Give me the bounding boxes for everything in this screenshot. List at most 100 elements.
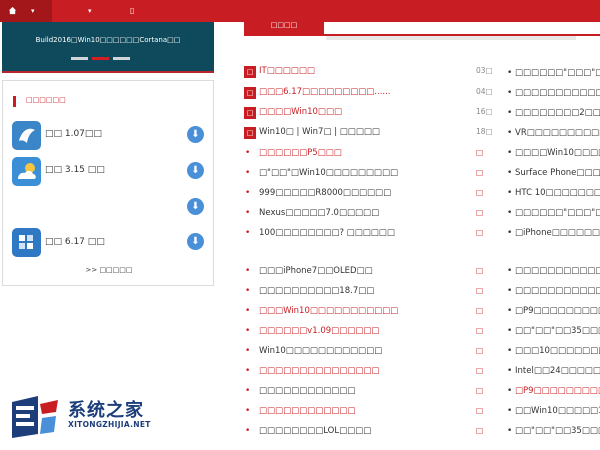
news-item[interactable]: □ □□□6.17□□□□□□□□□...... 04□ bbox=[244, 87, 493, 103]
news-title[interactable]: □□□□□□□□□□□□2□□□ bbox=[515, 266, 600, 276]
news-item[interactable]: •□□□10□□□□□□□□□ bbox=[507, 346, 600, 362]
slideshow-banner[interactable]: Build2016□Win10□□□□□□Cortana□□ bbox=[2, 22, 214, 71]
news-title[interactable]: □"□□"□Win10□□□□□□□□□ bbox=[259, 168, 398, 178]
news-item[interactable]: • 999□□□□□R8000□□□□□□ □ bbox=[244, 188, 484, 204]
slide-dot[interactable] bbox=[71, 57, 88, 60]
bird-app-icon[interactable] bbox=[12, 121, 41, 150]
download-icon[interactable]: ⬇ bbox=[187, 198, 204, 215]
news-item[interactable]: •□iPhone□□□□□□□□□□□□ bbox=[507, 228, 600, 244]
news-item[interactable]: • □□□□□□□□□□□□□□□ □ bbox=[244, 366, 484, 382]
news-title[interactable]: Win10□□□□□□□□□□□□ bbox=[259, 346, 382, 356]
news-item[interactable]: •□□□□□□"□□□"□□□ bbox=[507, 68, 600, 84]
news-item[interactable]: □ Win10□ | Win7□ | □□□□□ 18□ bbox=[244, 127, 493, 143]
news-title[interactable]: Surface Phone□□□□□□Lum bbox=[515, 168, 600, 178]
news-title[interactable]: □□□Win10□□□□□□□□□□□ bbox=[259, 306, 398, 316]
news-item[interactable]: • Win10□□□□□□□□□□□□ □ bbox=[244, 346, 484, 362]
news-title[interactable]: □□□10□□□□□□□□□ bbox=[515, 346, 600, 356]
news-title[interactable]: □□□iPhone7□□OLED□□ bbox=[259, 266, 373, 276]
news-item[interactable]: • □□□□□□□□□□□□ □ bbox=[244, 386, 484, 402]
news-title[interactable]: 999□□□□□R8000□□□□□□ bbox=[259, 188, 391, 198]
chevron-down-icon[interactable]: ▾ bbox=[88, 0, 92, 22]
news-title[interactable]: □□□□□□"□□□"□□□ bbox=[515, 208, 600, 218]
download-icon[interactable]: ⬇ bbox=[187, 233, 204, 250]
news-title[interactable]: □□□□□□v1.09□□□□□□ bbox=[259, 326, 379, 336]
news-item[interactable]: •HTC 10□□□□□□□□□□□□ bbox=[507, 188, 600, 204]
news-title[interactable]: □iPhone□□□□□□□□□□□□ bbox=[515, 228, 600, 238]
news-item[interactable]: •□□□□□□"□□□"□□□ bbox=[507, 208, 600, 224]
news-item[interactable]: • □□□□□□□□□□□□ □ bbox=[244, 406, 484, 422]
news-title[interactable]: □□□□□□□□□□18.7□□ bbox=[259, 286, 374, 296]
news-item[interactable]: • □□□□□□v1.09□□□□□□ □ bbox=[244, 326, 484, 342]
news-item[interactable]: •□□□□□□□□2□□□□□ bbox=[507, 108, 600, 124]
download-icon[interactable]: ⬇ bbox=[187, 126, 204, 143]
download-icon[interactable]: ⬇ bbox=[187, 162, 204, 179]
cube-app-icon[interactable] bbox=[12, 228, 41, 257]
news-item[interactable]: •□□□□□□□□□□□60□□□□ bbox=[507, 286, 600, 302]
bullet-icon: • bbox=[245, 386, 251, 396]
news-title[interactable]: IT□□□□□□ bbox=[259, 66, 315, 76]
slide-dot[interactable] bbox=[113, 57, 130, 60]
nav-menu-item[interactable]: ▯ bbox=[130, 0, 134, 22]
weather-app-icon[interactable] bbox=[12, 157, 41, 186]
news-item[interactable]: • □□□iPhone7□□OLED□□ □ bbox=[244, 266, 484, 282]
news-title[interactable]: 100□□□□□□□□? □□□□□□ bbox=[259, 228, 395, 238]
news-item[interactable]: •VR□□□□□□□□□□□□□□ bbox=[507, 128, 600, 144]
news-badge: □ bbox=[244, 107, 256, 119]
news-item[interactable]: • □□□Win10□□□□□□□□□□□ □ bbox=[244, 306, 484, 322]
news-title[interactable]: □□□□□□□□2□□□□□ bbox=[515, 108, 600, 118]
site-logo: 系统之家 XITONGZHIJIA.NET bbox=[8, 392, 168, 444]
news-title[interactable]: □P9□□□□□□□□□□ bbox=[515, 386, 600, 396]
news-title[interactable]: □□□□□□□□□□□□□□□ bbox=[259, 366, 379, 376]
app-label[interactable]: □□ 1.07□□ bbox=[45, 129, 102, 139]
news-item[interactable]: • □"□□"□Win10□□□□□□□□□ □ bbox=[244, 168, 484, 184]
news-item[interactable]: • Nexus□□□□□7.0□□□□□ □ bbox=[244, 208, 484, 224]
news-title[interactable]: □P9□□□□□□□□□□ bbox=[515, 306, 600, 316]
news-title[interactable]: □□□6.17□□□□□□□□□...... bbox=[259, 87, 391, 97]
home-icon bbox=[8, 0, 17, 24]
news-item[interactable]: • □□□□□□P5□□□ □ bbox=[244, 148, 484, 164]
news-title[interactable]: □□□□□□P5□□□ bbox=[259, 148, 342, 158]
news-title[interactable]: □□Win10□□□□□14316□□ bbox=[515, 406, 600, 416]
software-panel: □□□□□□ □□ 1.07□□ ⬇ □□ 3.15 □□ ⬇ ⬇ □□ 6.1… bbox=[2, 80, 214, 286]
news-title[interactable]: □□"□□"□□35□□□□□ bbox=[515, 326, 600, 336]
news-title[interactable]: Intel□□24□□□□□□□□□□ bbox=[515, 366, 600, 376]
news-item[interactable]: □ IT□□□□□□ 03□ bbox=[244, 66, 493, 82]
news-title[interactable]: VR□□□□□□□□□□□□□□ bbox=[515, 128, 600, 138]
tab-active[interactable]: □□□□ bbox=[244, 14, 324, 36]
news-title[interactable]: Win10□ | Win7□ | □□□□□ bbox=[259, 127, 380, 137]
bullet-icon: • bbox=[245, 286, 251, 296]
news-item[interactable]: •□□"□□"□□35□□□□□ bbox=[507, 326, 600, 342]
news-item[interactable]: □ □□□□Win10□□□ 16□ bbox=[244, 107, 493, 123]
news-title[interactable]: □□□□□□□□□□□□ bbox=[259, 386, 355, 396]
news-item[interactable]: •□□□□□□□□□□□□2□□□ bbox=[507, 266, 600, 282]
news-item[interactable]: •□□□□□□□□□□□□□□ bbox=[507, 88, 600, 104]
news-item[interactable]: • 100□□□□□□□□? □□□□□□ □ bbox=[244, 228, 484, 244]
news-item[interactable]: • □□□□□□□□□□18.7□□ □ bbox=[244, 286, 484, 302]
news-item[interactable]: •□□"□□"□□35□□□□□ bbox=[507, 426, 600, 442]
news-title[interactable]: □□□□□□"□□□"□□□ bbox=[515, 68, 600, 78]
news-item[interactable]: •□□Win10□□□□□14316□□ bbox=[507, 406, 600, 422]
news-title[interactable]: □□□□□□□□□□□□ bbox=[259, 406, 355, 416]
app-label[interactable]: □□ 3.15 □□ bbox=[45, 165, 105, 175]
news-title[interactable]: Nexus□□□□□7.0□□□□□ bbox=[259, 208, 379, 218]
news-item[interactable]: •Surface Phone□□□□□□Lum bbox=[507, 168, 600, 184]
news-title[interactable]: HTC 10□□□□□□□□□□□□ bbox=[515, 188, 600, 198]
slide-dot-active[interactable] bbox=[92, 57, 109, 60]
news-item[interactable]: •Intel□□24□□□□□□□□□□ bbox=[507, 366, 600, 382]
news-item[interactable]: •□□□□Win10□□□□Windows In bbox=[507, 148, 600, 164]
news-title[interactable]: □□□□□□□□□□□60□□□□ bbox=[515, 286, 600, 296]
news-title[interactable]: □□□□Win10□□□ bbox=[259, 107, 342, 117]
news-title[interactable]: □□□□□□□□LOL□□□□ bbox=[259, 426, 371, 436]
app-label[interactable]: □□ 6.17 □□ bbox=[45, 237, 105, 247]
news-title[interactable]: □□□□Win10□□□□Windows In bbox=[515, 148, 600, 158]
home-tab[interactable]: ▾ bbox=[0, 0, 52, 22]
news-title[interactable]: □□□□□□□□□□□□□□ bbox=[515, 88, 600, 98]
news-item[interactable]: • □□□□□□□□LOL□□□□ □ bbox=[244, 426, 484, 442]
news-title[interactable]: □□"□□"□□35□□□□□ bbox=[515, 426, 600, 436]
news-item[interactable]: •□P9□□□□□□□□□□ bbox=[507, 306, 600, 322]
chevron-down-icon[interactable]: ▾ bbox=[31, 0, 35, 22]
news-item[interactable]: •□P9□□□□□□□□□□ bbox=[507, 386, 600, 402]
news-date: □ bbox=[476, 286, 484, 295]
banner-title[interactable]: Build2016□Win10□□□□□□Cortana□□ bbox=[2, 36, 214, 44]
more-link[interactable]: >> □□□□□ bbox=[3, 266, 215, 274]
